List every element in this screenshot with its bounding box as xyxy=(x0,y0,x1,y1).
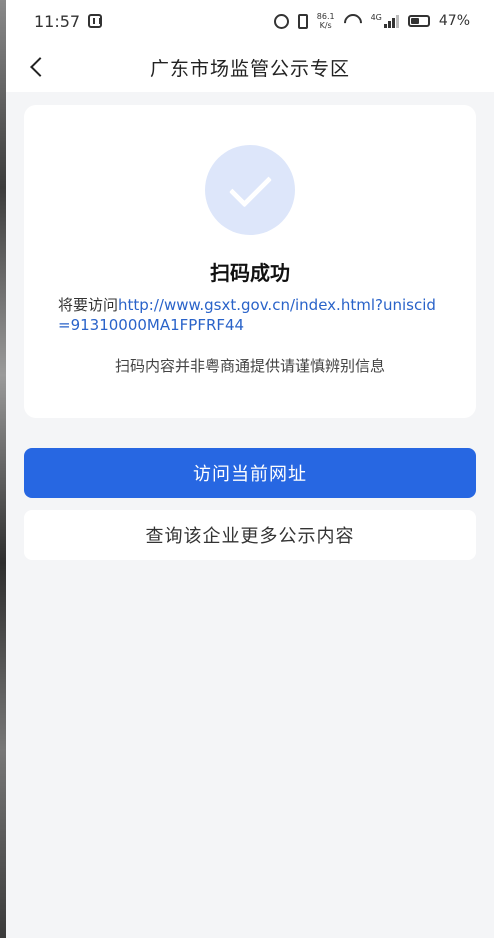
nfc-icon xyxy=(88,14,103,28)
alarm-icon xyxy=(273,13,289,29)
battery-percent: 47% xyxy=(438,13,470,29)
status-left: 11:57 xyxy=(34,11,103,31)
signal-bar xyxy=(383,24,387,28)
battery-fill xyxy=(410,18,419,24)
scan-warning-text: 扫码内容并非粤商通提供请谨慎辨别信息 xyxy=(114,357,385,375)
visit-url-button[interactable]: 访问当前网址 xyxy=(24,448,476,498)
vibrate-icon xyxy=(297,13,308,29)
wifi-icon xyxy=(344,14,362,28)
scan-success-title: 扫码成功 xyxy=(210,261,290,285)
network-speed: 86.1 K/s xyxy=(317,12,335,30)
visit-url-text: 将要访问http://www.gsxt.gov.cn/index.html?un… xyxy=(58,295,442,335)
network-type: 4G xyxy=(370,12,382,22)
signal-bar xyxy=(395,15,399,28)
status-time: 11:57 xyxy=(34,11,81,31)
signal-bar xyxy=(391,18,395,28)
main-content: 扫码成功 将要访问http://www.gsxt.gov.cn/index.ht… xyxy=(6,92,494,938)
chevron-left-icon xyxy=(30,57,50,77)
signal-bar xyxy=(387,21,391,28)
navigation-bar: 广东市场监管公示专区 xyxy=(6,42,494,92)
signal-icon xyxy=(383,14,399,28)
battery-icon xyxy=(407,15,430,27)
status-bar: 11:57 86.1 K/s 4G 47% xyxy=(6,0,494,42)
scan-result-card: 扫码成功 将要访问http://www.gsxt.gov.cn/index.ht… xyxy=(24,105,476,418)
check-circle-icon xyxy=(205,145,295,235)
status-right: 86.1 K/s 4G 47% xyxy=(273,12,470,30)
page-title: 广东市场监管公示专区 xyxy=(149,57,350,80)
query-company-button[interactable]: 查询该企业更多公示内容 xyxy=(24,510,476,560)
network-speed-unit: K/s xyxy=(319,21,332,30)
visit-prefix: 将要访问 xyxy=(58,296,119,314)
checkmark-icon xyxy=(228,164,272,208)
network-speed-value: 86.1 xyxy=(316,12,335,21)
back-button[interactable] xyxy=(18,48,56,86)
